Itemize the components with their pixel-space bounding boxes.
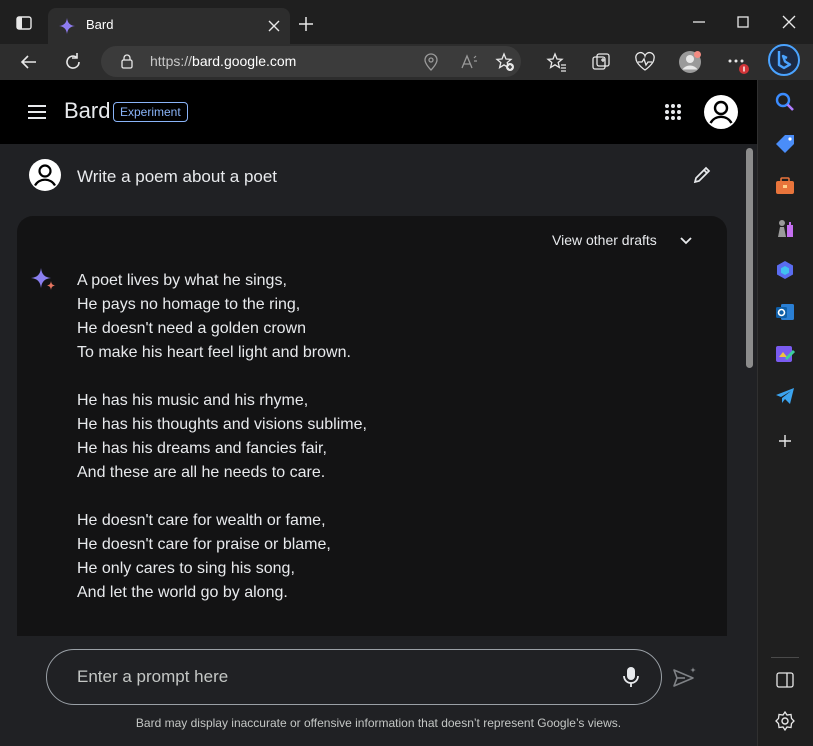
poem-line: He has his dreams and fancies fair, bbox=[77, 440, 327, 457]
bard-page: Bard Experiment Write a poem about a poe… bbox=[0, 80, 757, 746]
prompt-box[interactable] bbox=[46, 649, 662, 705]
sidebar-toggle-icon[interactable] bbox=[774, 669, 796, 691]
profile-avatar[interactable] bbox=[678, 50, 702, 74]
bard-logo-text: Bard bbox=[64, 98, 111, 123]
poem-stanza: He has his music and his rhyme, He has h… bbox=[77, 389, 367, 485]
address-bar[interactable]: https://bard.google.com bbox=[101, 46, 521, 77]
disclaimer-text: Bard may display inaccurate or offensive… bbox=[135, 716, 622, 730]
read-aloud-icon[interactable] bbox=[459, 52, 479, 72]
poem-line: A poet lives by what he sings, bbox=[77, 272, 287, 289]
refresh-icon[interactable] bbox=[62, 51, 84, 73]
view-other-drafts-button[interactable]: View other drafts bbox=[552, 232, 657, 248]
tab-title: Bard bbox=[86, 17, 114, 32]
poem-stanza: He doesn't care for wealth or fame, He d… bbox=[77, 509, 367, 605]
shopping-tag-icon[interactable] bbox=[774, 133, 796, 155]
add-favorite-icon[interactable] bbox=[495, 52, 515, 72]
outlook-icon[interactable] bbox=[774, 301, 796, 323]
tab-actions-icon[interactable] bbox=[14, 13, 34, 33]
prompt-input[interactable] bbox=[77, 663, 597, 691]
edit-pencil-icon[interactable] bbox=[691, 164, 713, 186]
poem-line: He doesn't need a golden crown bbox=[77, 320, 306, 337]
poem-line: He pays no homage to the ring, bbox=[77, 296, 301, 313]
poem-line: And let the world go by along. bbox=[77, 584, 288, 601]
poem-stanza: A poet lives by what he sings, He pays n… bbox=[77, 269, 367, 365]
browser-tab-bard[interactable]: Bard bbox=[48, 8, 290, 44]
sidebar-divider bbox=[771, 657, 799, 658]
lock-icon[interactable] bbox=[119, 53, 135, 69]
browser-essentials-icon[interactable] bbox=[633, 50, 657, 74]
bard-favicon-icon bbox=[58, 17, 76, 35]
collections-icon[interactable] bbox=[589, 50, 613, 74]
tab-strip: Bard bbox=[0, 0, 813, 44]
back-arrow-icon[interactable] bbox=[18, 51, 40, 73]
settings-gear-icon[interactable] bbox=[774, 710, 796, 732]
new-tab-icon[interactable] bbox=[296, 14, 316, 34]
microphone-icon[interactable] bbox=[621, 666, 641, 688]
google-apps-icon[interactable] bbox=[664, 103, 682, 121]
poem-line: He doesn't care for wealth or fame, bbox=[77, 512, 326, 529]
address-toolbar: https://bard.google.com bbox=[0, 44, 813, 80]
send-icon[interactable] bbox=[672, 666, 698, 690]
favorites-icon[interactable] bbox=[545, 50, 569, 74]
bard-sparkle-icon bbox=[31, 266, 57, 292]
url-domain: bard.google.com bbox=[192, 53, 297, 69]
bard-header: Bard Experiment bbox=[0, 80, 757, 144]
poem-line: He only cares to sing his song, bbox=[77, 560, 295, 577]
games-icon[interactable] bbox=[774, 217, 796, 239]
search-icon[interactable] bbox=[774, 91, 796, 113]
user-query: Write a poem about a poet bbox=[77, 167, 278, 186]
close-tab-icon[interactable] bbox=[266, 18, 282, 34]
telegram-icon[interactable] bbox=[774, 385, 796, 407]
bing-copilot-icon[interactable] bbox=[768, 44, 800, 76]
url-text[interactable]: https://bard.google.com bbox=[150, 53, 296, 69]
hamburger-menu-icon[interactable] bbox=[26, 102, 48, 122]
account-avatar-icon[interactable] bbox=[703, 94, 739, 130]
poem-line: He doesn't care for praise or blame, bbox=[77, 536, 331, 553]
microsoft-365-icon[interactable] bbox=[774, 259, 796, 281]
poem-line: He has his thoughts and visions sublime, bbox=[77, 416, 367, 433]
experiment-badge: Experiment bbox=[113, 102, 188, 122]
tools-briefcase-icon[interactable] bbox=[774, 175, 796, 197]
bard-response-card: View other drafts A poet lives by what h… bbox=[17, 216, 727, 636]
close-window-icon[interactable] bbox=[779, 12, 799, 32]
poem-line: He has his music and his rhyme, bbox=[77, 392, 309, 409]
poem-line: And these are all he needs to care. bbox=[77, 464, 326, 481]
scrollbar-thumb[interactable] bbox=[746, 148, 753, 368]
image-designer-icon[interactable] bbox=[774, 343, 796, 365]
url-prefix: https:// bbox=[150, 53, 193, 69]
user-avatar-icon bbox=[28, 158, 62, 192]
chevron-down-icon[interactable] bbox=[678, 233, 694, 249]
minimize-icon[interactable] bbox=[689, 12, 709, 32]
maximize-icon[interactable] bbox=[733, 12, 753, 32]
poem-text: A poet lives by what he sings, He pays n… bbox=[77, 269, 367, 629]
edge-sidebar bbox=[757, 80, 813, 746]
more-options-icon[interactable] bbox=[725, 50, 749, 74]
poem-line: To make his heart feel light and brown. bbox=[77, 344, 351, 361]
add-icon[interactable] bbox=[774, 430, 796, 452]
scrollbar[interactable] bbox=[744, 144, 756, 642]
location-pin-icon[interactable] bbox=[421, 52, 441, 72]
